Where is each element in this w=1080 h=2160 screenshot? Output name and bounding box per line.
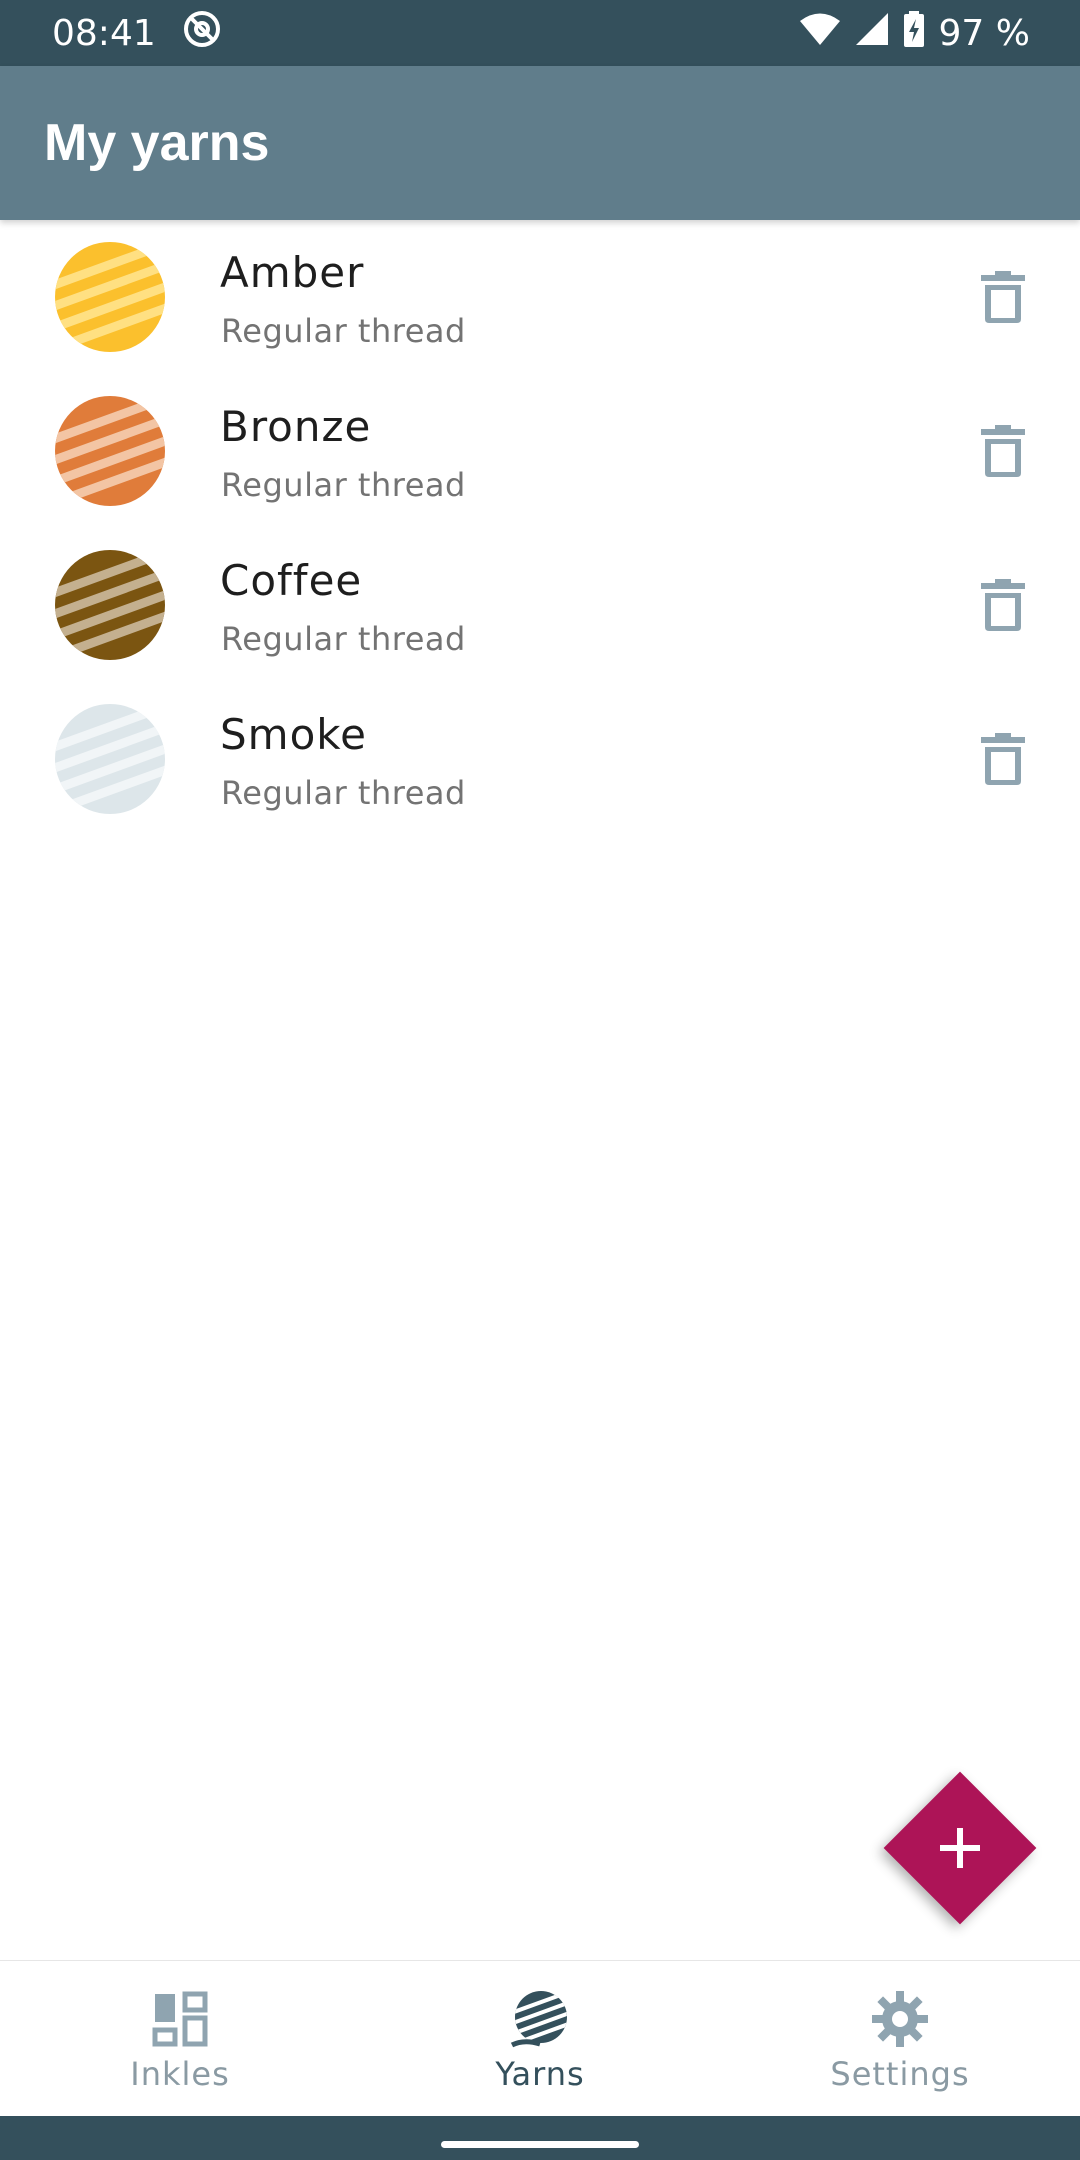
yarn-name: Coffee <box>220 556 363 605</box>
list-item[interactable]: Smoke Regular thread <box>0 682 1080 836</box>
delete-button[interactable] <box>972 420 1034 482</box>
status-time: 08:41 <box>52 12 156 54</box>
yarn-swatch-icon <box>55 242 165 352</box>
nav-label-yarns: Yarns <box>495 2055 585 2093</box>
trash-icon <box>981 271 1025 323</box>
dashboard-icon <box>152 1991 208 2047</box>
trash-icon <box>981 733 1025 785</box>
delete-button[interactable] <box>972 728 1034 790</box>
yarn-type: Regular thread <box>221 466 466 504</box>
delete-button[interactable] <box>972 574 1034 636</box>
yarn-list: Amber Regular thread Bronze Regular thre… <box>0 220 1080 836</box>
yarn-swatch-icon <box>55 704 165 814</box>
status-left: 08:41 <box>52 9 222 58</box>
status-bar: 08:41 97 % <box>0 0 1080 66</box>
yarn-type: Regular thread <box>221 620 466 658</box>
gear-icon <box>872 1991 928 2047</box>
battery-level: 97 % <box>938 12 1030 54</box>
system-navigation-bar <box>0 2116 1080 2160</box>
nav-item-settings[interactable]: Settings <box>720 1961 1080 2116</box>
trash-icon <box>981 579 1025 631</box>
yarn-name: Bronze <box>220 402 372 451</box>
yarn-swatch-icon <box>55 550 165 660</box>
yarn-name: Amber <box>220 248 365 297</box>
nav-label-inkles: Inkles <box>130 2055 230 2093</box>
list-item[interactable]: Coffee Regular thread <box>0 528 1080 682</box>
nav-item-inkles[interactable]: Inkles <box>0 1961 360 2116</box>
page-title: My yarns <box>44 114 270 172</box>
plus-icon <box>939 1827 980 1868</box>
status-right: 97 % <box>799 10 1030 56</box>
battery-charging-icon <box>903 10 925 56</box>
wifi-icon <box>799 12 841 55</box>
yarn-type: Regular thread <box>221 312 466 350</box>
add-yarn-button[interactable] <box>882 1770 1037 1925</box>
cell-signal-icon <box>855 12 889 55</box>
yarn-name: Smoke <box>220 710 367 759</box>
bottom-navigation: Inkles Yarns Settings <box>0 1960 1080 2116</box>
delete-button[interactable] <box>972 266 1034 328</box>
list-item[interactable]: Bronze Regular thread <box>0 374 1080 528</box>
nav-item-yarns[interactable]: Yarns <box>360 1961 720 2116</box>
gesture-handle[interactable] <box>441 2141 639 2148</box>
nav-label-settings: Settings <box>830 2055 970 2093</box>
yarn-ball-icon <box>510 1991 570 2048</box>
yarn-swatch-icon <box>55 396 165 506</box>
at-sign-icon <box>182 9 222 58</box>
list-item[interactable]: Amber Regular thread <box>0 220 1080 374</box>
trash-icon <box>981 425 1025 477</box>
yarn-type: Regular thread <box>221 774 466 812</box>
app-bar: My yarns <box>0 66 1080 220</box>
